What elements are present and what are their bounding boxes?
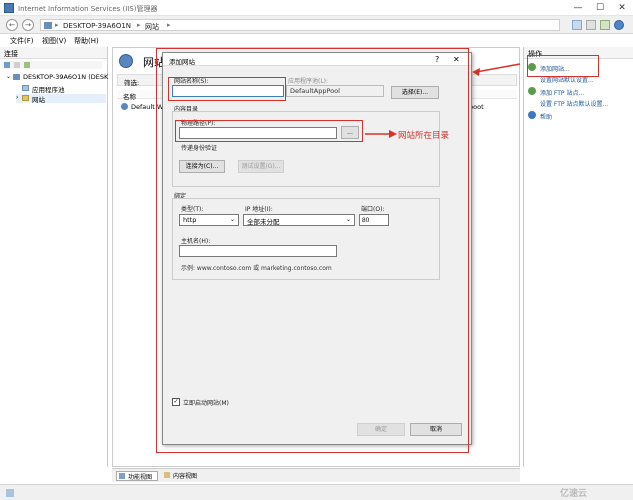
arrow-to-dialog	[475, 63, 521, 73]
annotation-arrows	[365, 63, 521, 138]
annotation-label: 网站所在目录	[398, 131, 450, 141]
arrow-head-right-icon	[389, 130, 397, 138]
arrow-head-left-icon	[472, 68, 480, 76]
